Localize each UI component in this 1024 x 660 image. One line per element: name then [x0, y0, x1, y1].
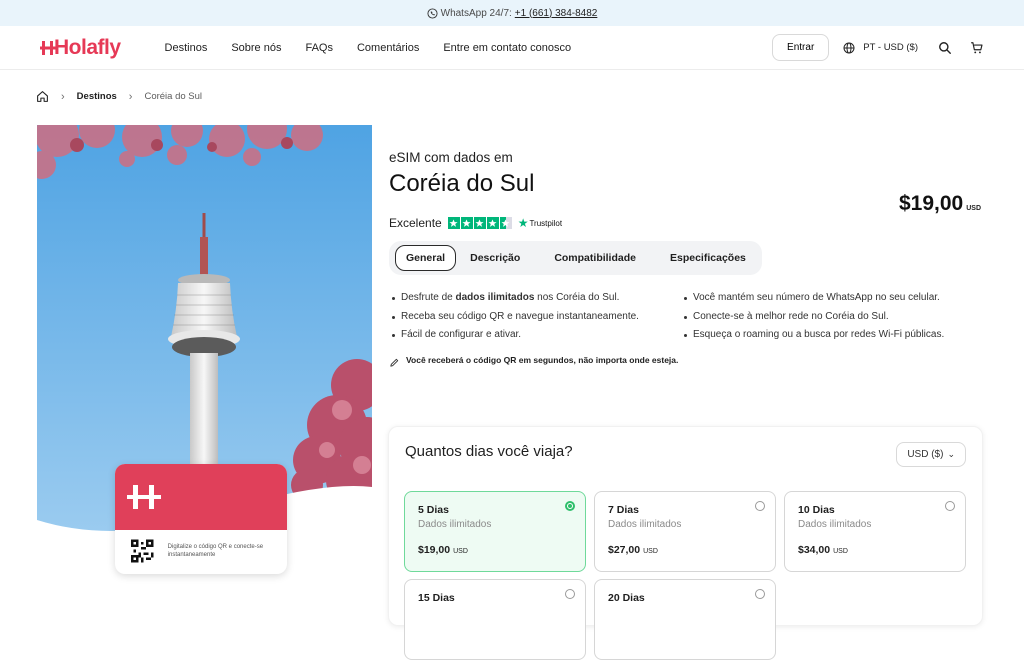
feature-list: Desfrute de dados ilimitados nos Coréia … — [389, 292, 989, 349]
plan-option-20[interactable]: 20 Dias — [594, 579, 776, 660]
locale-label: PT - USD ($) — [863, 42, 918, 53]
feature-item: Conecte-se à melhor rede no Coréia do Su… — [681, 311, 973, 323]
plan-days: 15 Dias — [418, 592, 455, 604]
feature-item: Receba seu código QR e navegue instantan… — [389, 311, 681, 323]
main-nav: Holafly Destinos Sobre nós FAQs Comentár… — [0, 26, 1024, 70]
top-banner: WhatsApp 24/7: +1 (661) 384-8482 — [0, 0, 1024, 26]
plan-data: Dados ilimitados — [608, 519, 682, 530]
plan-days: 5 Dias — [418, 504, 449, 516]
feature-item: Você mantém seu número de WhatsApp no se… — [681, 292, 973, 304]
feature-item: Fácil de configurar e ativar. — [389, 329, 681, 341]
whatsapp-label: WhatsApp 24/7: — [440, 7, 512, 19]
plan-price: $34,00 USD — [798, 544, 848, 556]
plan-price: $27,00 USD — [608, 544, 658, 556]
star-icon — [447, 217, 460, 229]
plan-option-5[interactable]: 5 Dias Dados ilimitados $19,00 USD — [404, 491, 586, 572]
star-icon — [460, 217, 473, 229]
qr-card-caption: Digitalize o código QR e conecte-se inst… — [167, 543, 264, 558]
tab-general[interactable]: General — [395, 245, 457, 271]
feature-item: Esqueça o roaming ou a busca por redes W… — [681, 329, 973, 341]
chevron-down-icon: ⌄ — [947, 449, 955, 459]
plan-days: 20 Dias — [608, 592, 645, 604]
qr-promo-card: Digitalize o código QR e conecte-se inst… — [115, 464, 287, 574]
nav-comentarios[interactable]: Comentários — [357, 42, 419, 54]
qr-note-text: Você receberá o código QR em segundos, n… — [406, 354, 679, 365]
star-icon — [486, 217, 499, 229]
rating[interactable]: Excelente ★ Trustpilot — [389, 216, 989, 230]
plan-radio[interactable] — [755, 589, 765, 599]
tab-especificacoes[interactable]: Especificações — [660, 246, 756, 270]
star-icon — [473, 217, 486, 229]
cart-icon[interactable] — [970, 41, 984, 55]
breadcrumb-current: Coréia do Sul — [144, 91, 203, 102]
product-info: eSIM com dados em Coréia do Sul $19,00 U… — [389, 150, 989, 368]
holafly-logo[interactable]: Holafly — [40, 36, 121, 60]
rating-label: Excelente — [389, 216, 442, 230]
product-price: $19,00 USD — [899, 192, 981, 216]
price-amount: $19,00 — [898, 192, 964, 215]
trustpilot-star-icon: ★ — [517, 216, 529, 230]
plan-price: $19,00 USD — [418, 544, 468, 556]
plan-option-15[interactable]: 15 Dias — [404, 579, 586, 660]
chevron-right-icon: › — [128, 90, 133, 103]
chevron-right-icon: › — [61, 90, 65, 103]
tab-descricao[interactable]: Descrição — [460, 246, 530, 270]
plan-radio[interactable] — [755, 501, 765, 511]
trustpilot-logo: ★ Trustpilot — [518, 216, 562, 230]
trustpilot-label: Trustpilot — [529, 218, 563, 228]
logo-text: Holafly — [54, 35, 121, 59]
plan-days: 10 Dias — [798, 504, 835, 516]
plan-days: 7 Dias — [608, 504, 639, 516]
plan-data: Dados ilimitados — [798, 519, 872, 530]
plan-radio[interactable] — [565, 589, 575, 599]
breadcrumb-destinos[interactable]: Destinos — [77, 91, 117, 102]
star-half-icon — [499, 217, 512, 229]
search-icon[interactable] — [938, 41, 952, 55]
plan-data: Dados ilimitados — [418, 519, 492, 530]
price-currency: USD — [966, 205, 981, 212]
tab-compatibilidade[interactable]: Compatibilidade — [544, 246, 646, 270]
breadcrumb: › Destinos › Coréia do Sul — [36, 90, 202, 103]
days-picker: Quantos dias você viaja? USD ($) ⌄ 5 Dia… — [388, 426, 983, 660]
currency-select[interactable]: USD ($) ⌄ — [896, 442, 966, 467]
product-tabs: General Descrição Compatibilidade Especi… — [389, 241, 762, 275]
nav-contato[interactable]: Entre em contato conosco — [443, 42, 571, 54]
qr-code-icon — [131, 539, 154, 563]
nav-sobre-nos[interactable]: Sobre nós — [231, 42, 281, 54]
plan-radio[interactable] — [945, 501, 955, 511]
rating-stars — [447, 217, 512, 229]
login-button[interactable]: Entrar — [772, 34, 830, 61]
picker-title: Quantos dias você viaja? — [405, 443, 573, 460]
whatsapp-icon — [427, 7, 438, 19]
plan-option-7[interactable]: 7 Dias Dados ilimitados $27,00 USD — [594, 491, 776, 572]
nav-destinos[interactable]: Destinos — [165, 42, 208, 54]
feature-item: Desfrute de dados ilimitados nos Coréia … — [389, 292, 681, 304]
pen-icon — [390, 358, 399, 367]
product-subtitle: eSIM com dados em — [389, 150, 513, 165]
qr-note: Você receberá o código QR em segundos, n… — [389, 355, 679, 368]
nav-faqs[interactable]: FAQs — [305, 42, 333, 54]
currency-value: USD ($) — [907, 449, 944, 460]
whatsapp-phone-link[interactable]: +1 (661) 384-8482 — [515, 8, 598, 19]
plan-radio[interactable] — [565, 501, 575, 511]
holafly-h-icon — [127, 485, 161, 509]
globe-icon — [843, 42, 855, 53]
home-icon[interactable] — [36, 90, 49, 103]
plan-option-10[interactable]: 10 Dias Dados ilimitados $34,00 USD — [784, 491, 966, 572]
locale-selector[interactable]: PT - USD ($) — [843, 42, 918, 54]
